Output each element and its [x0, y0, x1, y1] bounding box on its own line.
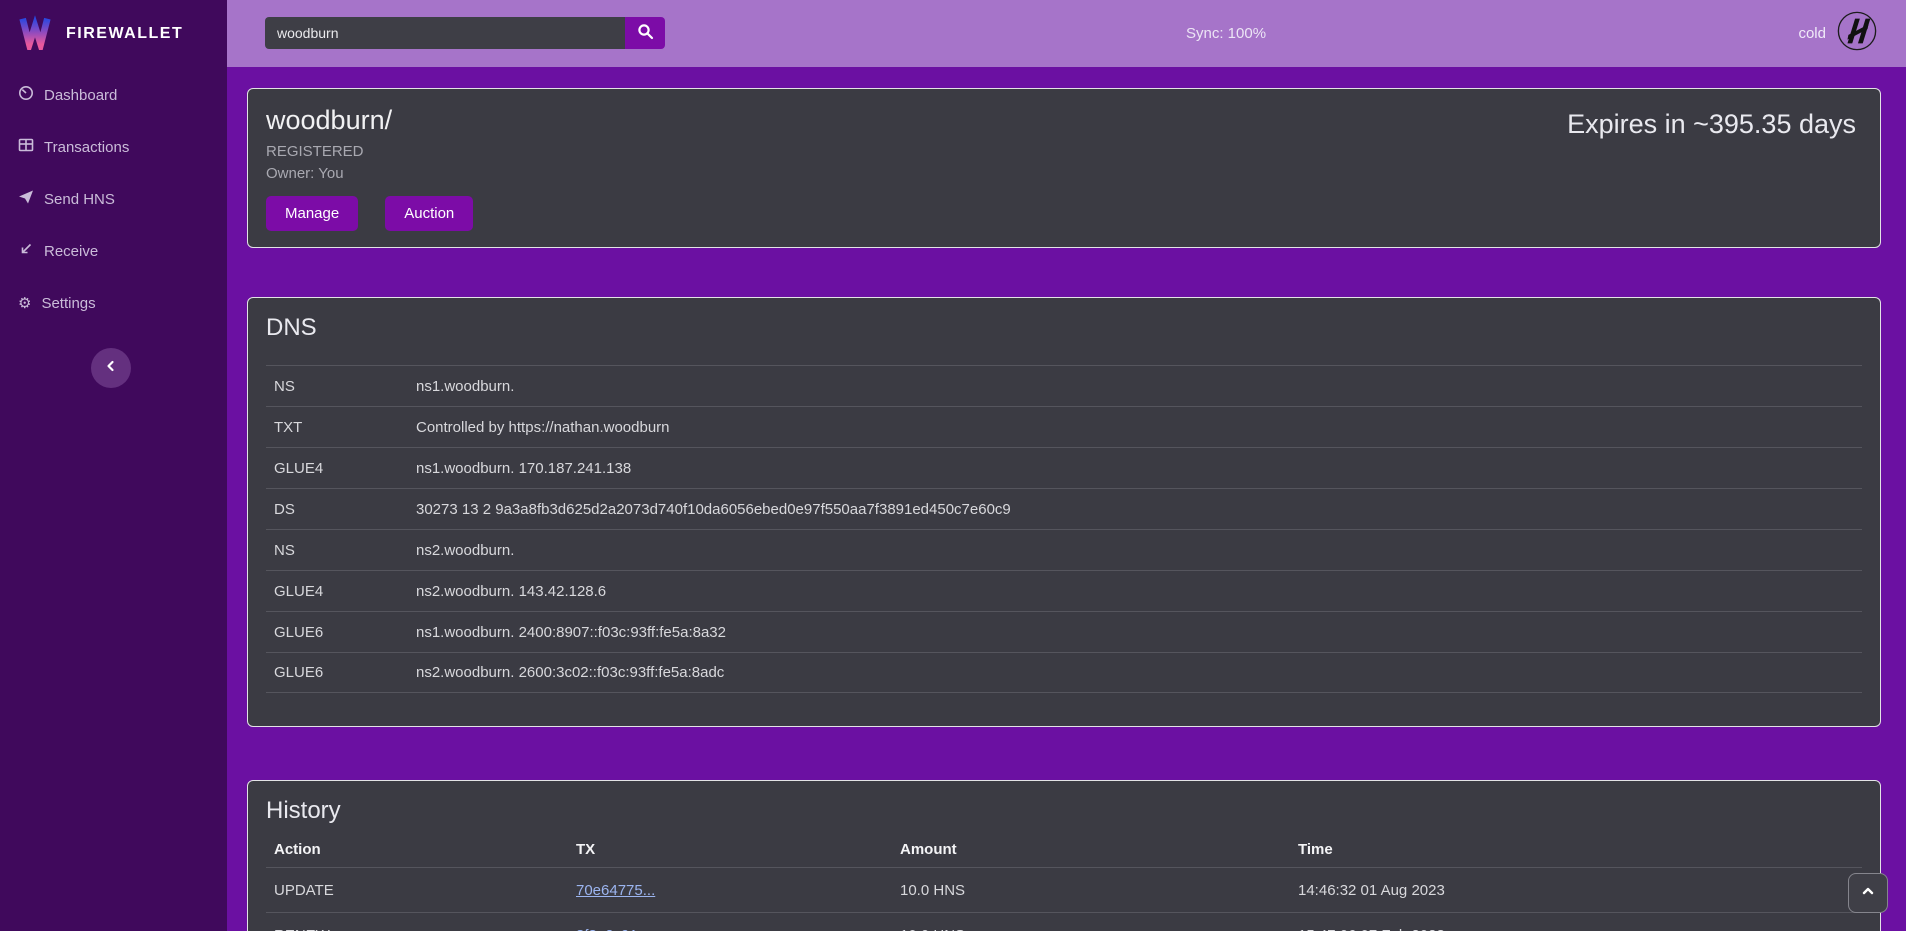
manage-button[interactable]: Manage: [266, 196, 358, 231]
history-amount: 10.0 HNS: [900, 927, 1298, 931]
history-col-time: Time: [1298, 841, 1862, 858]
dns-record-value: ns2.woodburn. 2600:3c02::f03c:93ff:fe5a:…: [416, 664, 1862, 681]
dns-card: DNS NS ns1.woodburn. TXT Controlled by h…: [247, 297, 1881, 727]
dns-record-row: GLUE6 ns2.woodburn. 2600:3c02::f03c:93ff…: [266, 652, 1862, 693]
history-amount: 10.0 HNS: [900, 882, 1298, 899]
search-button[interactable]: [625, 17, 665, 49]
brand-name: FIREWALLET: [66, 25, 183, 43]
history-table: Action TX Amount Time UPDATE 70e64775...…: [266, 831, 1862, 931]
history-col-tx: TX: [576, 841, 900, 858]
history-row: RENEW 8f3a2c91... 10.0 HNS 15:47:06 07 F…: [266, 912, 1862, 931]
dns-record-row: NS ns2.woodburn.: [266, 529, 1862, 570]
history-time: 14:46:32 01 Aug 2023: [1298, 882, 1862, 899]
auction-button[interactable]: Auction: [385, 196, 473, 231]
sidebar: FIREWALLET Dashboard Transactions: [0, 0, 227, 931]
history-col-action: Action: [266, 841, 576, 858]
sidebar-item-receive[interactable]: Receive: [0, 225, 227, 277]
chevron-up-icon: [1860, 883, 1876, 904]
sidebar-item-label: Settings: [41, 295, 95, 312]
history-action: UPDATE: [266, 882, 576, 899]
topbar: Sync: 100% cold: [227, 0, 1906, 67]
main-content: woodburn/ REGISTERED Owner: You Manage A…: [227, 67, 1906, 931]
sidebar-item-label: Dashboard: [44, 87, 117, 104]
dns-record-type: NS: [266, 542, 416, 559]
dns-record-row: NS ns1.woodburn.: [266, 365, 1862, 406]
dns-table: NS ns1.woodburn. TXT Controlled by https…: [266, 365, 1862, 693]
sidebar-item-send-hns[interactable]: Send HNS: [0, 173, 227, 225]
history-col-amount: Amount: [900, 841, 1298, 858]
dns-record-value: ns2.woodburn. 143.42.128.6: [416, 583, 1862, 600]
sidebar-item-label: Receive: [44, 243, 98, 260]
dashboard-gauge-icon: [18, 85, 34, 105]
search-bar: [265, 17, 665, 49]
sidebar-item-dashboard[interactable]: Dashboard: [0, 69, 227, 121]
sidebar-item-settings[interactable]: ⚙ Settings: [0, 277, 227, 329]
dns-title: DNS: [266, 314, 1862, 342]
wallet-name-badge: cold: [1798, 25, 1826, 42]
dns-record-value: ns2.woodburn.: [416, 542, 1862, 559]
receive-arrow-icon: [18, 241, 34, 261]
wallet-area[interactable]: cold: [1798, 0, 1878, 67]
history-rows: UPDATE 70e64775... 10.0 HNS 14:46:32 01 …: [266, 867, 1862, 931]
dns-record-row: GLUE6 ns1.woodburn. 2400:8907::f03c:93ff…: [266, 611, 1862, 652]
dns-record-value: Controlled by https://nathan.woodburn: [416, 419, 1862, 436]
domain-status: REGISTERED: [266, 143, 1862, 160]
history-row: UPDATE 70e64775... 10.0 HNS 14:46:32 01 …: [266, 867, 1862, 912]
brand-header: FIREWALLET: [0, 0, 227, 67]
transactions-table-icon: [18, 137, 34, 157]
dns-record-type: GLUE6: [266, 664, 416, 681]
dns-record-value: ns1.woodburn.: [416, 378, 1862, 395]
dns-record-type: NS: [266, 378, 416, 395]
dns-record-value: ns1.woodburn. 170.187.241.138: [416, 460, 1862, 477]
dns-record-type: TXT: [266, 419, 416, 436]
dns-record-row: DS 30273 13 2 9a3a8fb3d625d2a2073d740f10…: [266, 488, 1862, 529]
tx-link[interactable]: 8f3a2c91...: [576, 927, 650, 931]
dns-record-value: 30273 13 2 9a3a8fb3d625d2a2073d740f10da6…: [416, 501, 1862, 518]
dns-record-type: DS: [266, 501, 416, 518]
firewallet-w-logo-icon: [16, 12, 54, 55]
search-icon: [637, 23, 654, 43]
history-time: 15:47:06 07 Feb 2023: [1298, 927, 1862, 931]
history-action: RENEW: [266, 927, 576, 931]
domain-actions: Manage Auction: [266, 196, 1862, 231]
history-header-row: Action TX Amount Time: [266, 831, 1862, 867]
history-title: History: [266, 797, 1862, 825]
sync-status: Sync: 100%: [1186, 0, 1266, 67]
dns-record-row: GLUE4 ns2.woodburn. 143.42.128.6: [266, 570, 1862, 611]
search-input[interactable]: [265, 17, 625, 49]
dns-record-row: TXT Controlled by https://nathan.woodbur…: [266, 406, 1862, 447]
domain-owner: Owner: You: [266, 165, 1862, 182]
dns-record-type: GLUE4: [266, 460, 416, 477]
dns-record-type: GLUE4: [266, 583, 416, 600]
history-card: History Action TX Amount Time UPDATE 70e…: [247, 780, 1881, 931]
scroll-to-top-button[interactable]: [1848, 873, 1888, 913]
dns-record-value: ns1.woodburn. 2400:8907::f03c:93ff:fe5a:…: [416, 624, 1862, 641]
domain-expiry: Expires in ~395.35 days: [1567, 109, 1856, 140]
sidebar-item-transactions[interactable]: Transactions: [0, 121, 227, 173]
sidebar-nav: Dashboard Transactions Send HNS: [0, 67, 227, 329]
settings-gear-icon: ⚙: [18, 295, 31, 311]
dns-record-type: GLUE6: [266, 624, 416, 641]
handshake-logo-icon: [1836, 10, 1878, 57]
send-plane-icon: [18, 189, 34, 209]
domain-card: woodburn/ REGISTERED Owner: You Manage A…: [247, 88, 1881, 248]
chevron-left-icon: [103, 358, 119, 379]
sidebar-item-label: Send HNS: [44, 191, 115, 208]
sidebar-item-label: Transactions: [44, 139, 129, 156]
dns-record-row: GLUE4 ns1.woodburn. 170.187.241.138: [266, 447, 1862, 488]
tx-link[interactable]: 70e64775...: [576, 882, 655, 899]
sidebar-collapse-button[interactable]: [91, 348, 131, 388]
